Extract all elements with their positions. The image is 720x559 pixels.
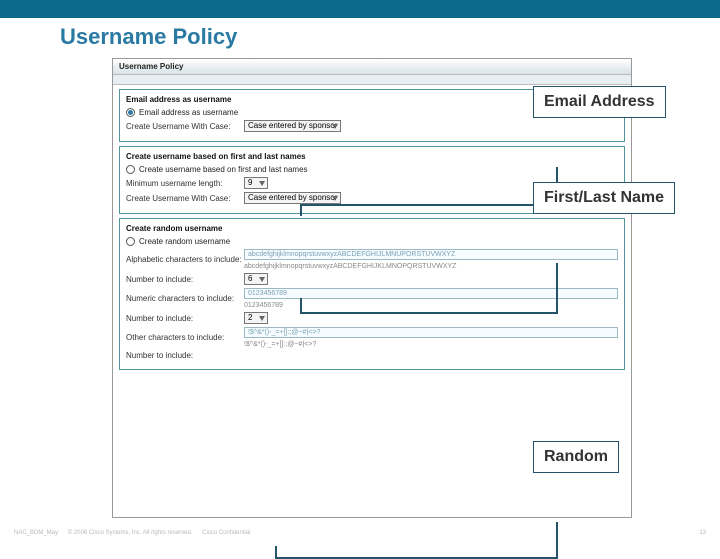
- first-last-case-value: Case entered by sponsor: [248, 193, 337, 203]
- footer-copyright: © 2006 Cisco Systems, Inc. All rights re…: [68, 530, 193, 536]
- radio-icon: [126, 237, 135, 246]
- num-count-select[interactable]: 2: [244, 312, 268, 324]
- num-count-value: 2: [248, 313, 252, 323]
- min-len-select[interactable]: 9: [244, 177, 268, 189]
- other-sample: !$^&*()-_=+[]:;@~#|<>?: [244, 341, 618, 348]
- first-last-heading: Create username based on first and last …: [126, 152, 618, 161]
- alpha-preview-box: abcdefghijklmnopqrstuvwxyzABCDEFGHIJLMNU…: [244, 249, 618, 260]
- callout-first-last: First/Last Name: [533, 182, 675, 214]
- random-radio-label: Create random username: [139, 237, 230, 246]
- email-case-select[interactable]: Case entered by sponsor: [244, 120, 341, 132]
- window-titlebar: Username Policy: [113, 59, 631, 75]
- alpha-count-label: Number to include:: [126, 275, 244, 284]
- window-toolbar: [113, 75, 631, 85]
- first-last-case-label: Create Username With Case:: [126, 194, 244, 203]
- min-len-value: 9: [248, 178, 252, 188]
- email-radio-label: Email address as username: [139, 108, 238, 117]
- alpha-include-label: Alphabetic characters to include:: [126, 255, 244, 264]
- other-count-label: Number to include:: [126, 351, 244, 360]
- slide-footer: NAC_BDM_May © 2006 Cisco Systems, Inc. A…: [0, 530, 720, 536]
- footer-page-number: 13: [699, 530, 706, 536]
- other-preview-box: !$^&*()-_=+[]:;@~#|<>?: [244, 327, 618, 338]
- random-heading: Create random username: [126, 224, 618, 233]
- callout-random: Random: [533, 441, 619, 473]
- other-include-label: Other characters to include:: [126, 333, 244, 342]
- alpha-count-value: 6: [248, 274, 252, 284]
- first-last-radio-row[interactable]: Create username based on first and last …: [126, 165, 618, 174]
- num-count-label: Number to include:: [126, 314, 244, 323]
- first-last-radio-label: Create username based on first and last …: [139, 165, 308, 174]
- callout-email: Email Address: [533, 86, 666, 118]
- alpha-count-select[interactable]: 6: [244, 273, 268, 285]
- brand-topbar: [0, 0, 720, 18]
- first-last-case-select[interactable]: Case entered by sponsor: [244, 192, 341, 204]
- footer-confidential: Cisco Confidential: [202, 530, 250, 536]
- email-case-label: Create Username With Case:: [126, 122, 244, 131]
- section-random: Create random username Create random use…: [119, 218, 625, 370]
- min-len-label: Minimum username length:: [126, 179, 244, 188]
- radio-icon: [126, 108, 135, 117]
- email-case-value: Case entered by sponsor: [248, 121, 337, 131]
- slide-title: Username Policy: [0, 18, 720, 54]
- random-radio-row[interactable]: Create random username: [126, 237, 618, 246]
- num-include-label: Numeric characters to include:: [126, 294, 244, 303]
- footer-doc-id: NAC_BDM_May: [14, 530, 58, 536]
- alpha-sample: abcdefghijklmnopqrstuvwxyzABCDEFGHIJKLMN…: [244, 263, 618, 270]
- window-body: Email address as username Email address …: [113, 85, 631, 374]
- radio-icon: [126, 165, 135, 174]
